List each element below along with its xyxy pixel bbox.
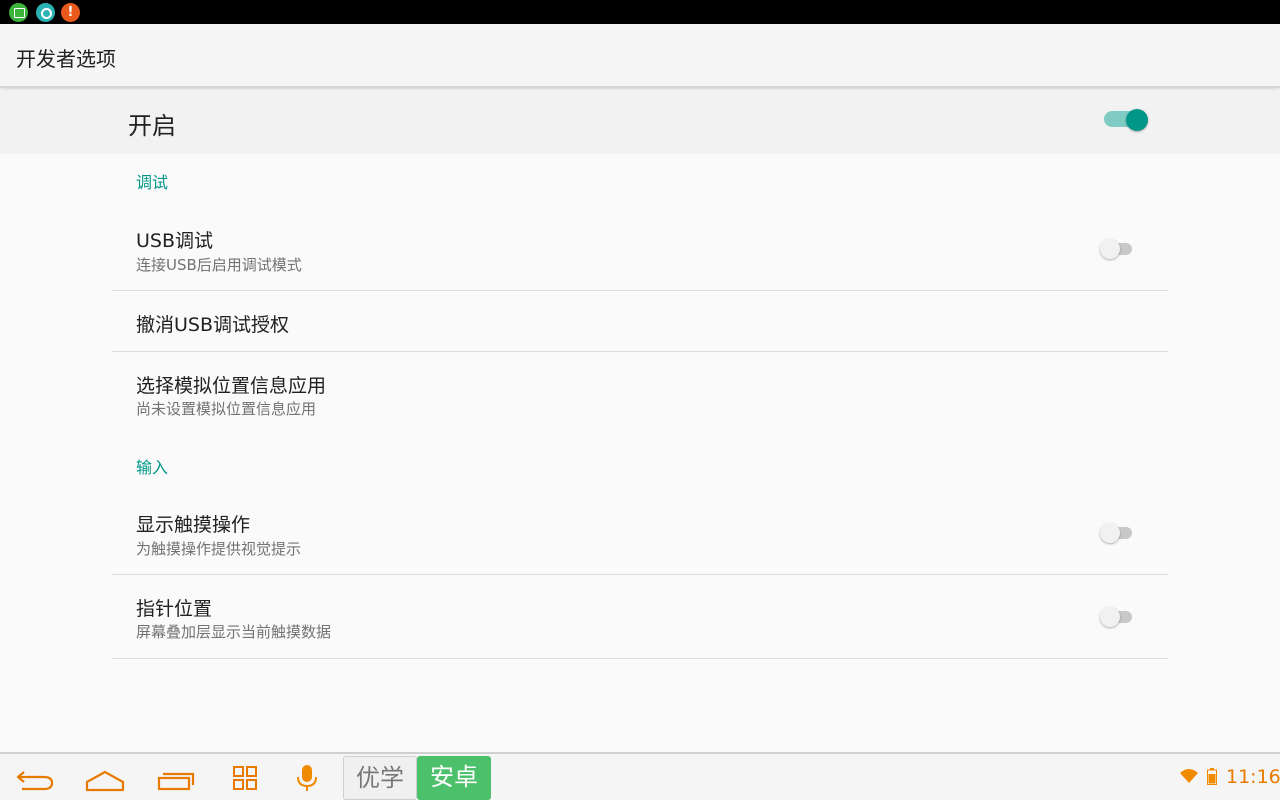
divider [112,658,1168,659]
master-switch-bar[interactable]: 开启 [0,90,1280,154]
wifi-icon [1180,768,1198,784]
pref-mock-location-summary: 尚未设置模拟位置信息应用 [136,400,317,418]
show-touches-toggle-switch[interactable] [1100,523,1134,543]
back-icon [16,771,54,791]
pref-usb-debug-title[interactable]: USB调试 [136,226,213,253]
clock: 11:16 [1226,766,1280,788]
recent-apps-button[interactable] [150,760,200,796]
pointer-location-toggle-switch[interactable] [1100,607,1134,627]
switch-thumb [1100,523,1120,543]
master-switch-label: 开启 [128,112,176,140]
pref-pointer-location-title[interactable]: 指针位置 [136,594,212,621]
pref-show-touches-summary: 为触摸操作提供视觉提示 [136,540,302,558]
usb-debug-toggle-switch[interactable] [1100,239,1134,259]
back-button[interactable] [10,760,60,796]
home-button[interactable] [80,760,130,796]
app-grid-button[interactable] [220,760,270,796]
divider [112,290,1168,291]
switch-thumb [1100,239,1120,259]
master-toggle-switch[interactable] [1104,109,1150,131]
pref-usb-debug-summary: 连接USB后启用调试模式 [136,256,302,274]
battery-icon [1207,768,1217,785]
navigation-bar: 优学 安卓 11:16 [0,752,1280,800]
action-bar: 开发者选项 [0,24,1280,88]
switch-thumb [1100,607,1120,627]
pref-show-touches-title[interactable]: 显示触摸操作 [136,510,250,537]
sync-notification-icon[interactable] [36,3,55,22]
screenshot-notification-icon[interactable] [9,3,28,22]
voice-input-button[interactable] [282,760,332,796]
switch-thumb [1126,109,1148,131]
alert-notification-icon[interactable]: ! [61,3,80,22]
pref-pointer-location-summary: 屏幕叠加层显示当前触摸数据 [136,623,332,641]
ime-youxue-button[interactable]: 优学 [343,756,417,800]
section-header-debug: 调试 [136,173,169,192]
grid-icon [233,766,257,790]
home-icon [85,770,125,792]
divider [112,351,1168,352]
recent-apps-icon [157,772,195,791]
pref-mock-location-title[interactable]: 选择模拟位置信息应用 [136,371,326,398]
ime-anzhuo-button[interactable]: 安卓 [417,756,491,800]
microphone-icon [297,765,317,791]
section-header-input: 输入 [136,458,169,477]
pref-revoke-usb-title[interactable]: 撤消USB调试授权 [136,310,289,337]
status-bar: ! [0,0,1280,24]
page-title: 开发者选项 [16,47,116,71]
divider [112,574,1168,575]
